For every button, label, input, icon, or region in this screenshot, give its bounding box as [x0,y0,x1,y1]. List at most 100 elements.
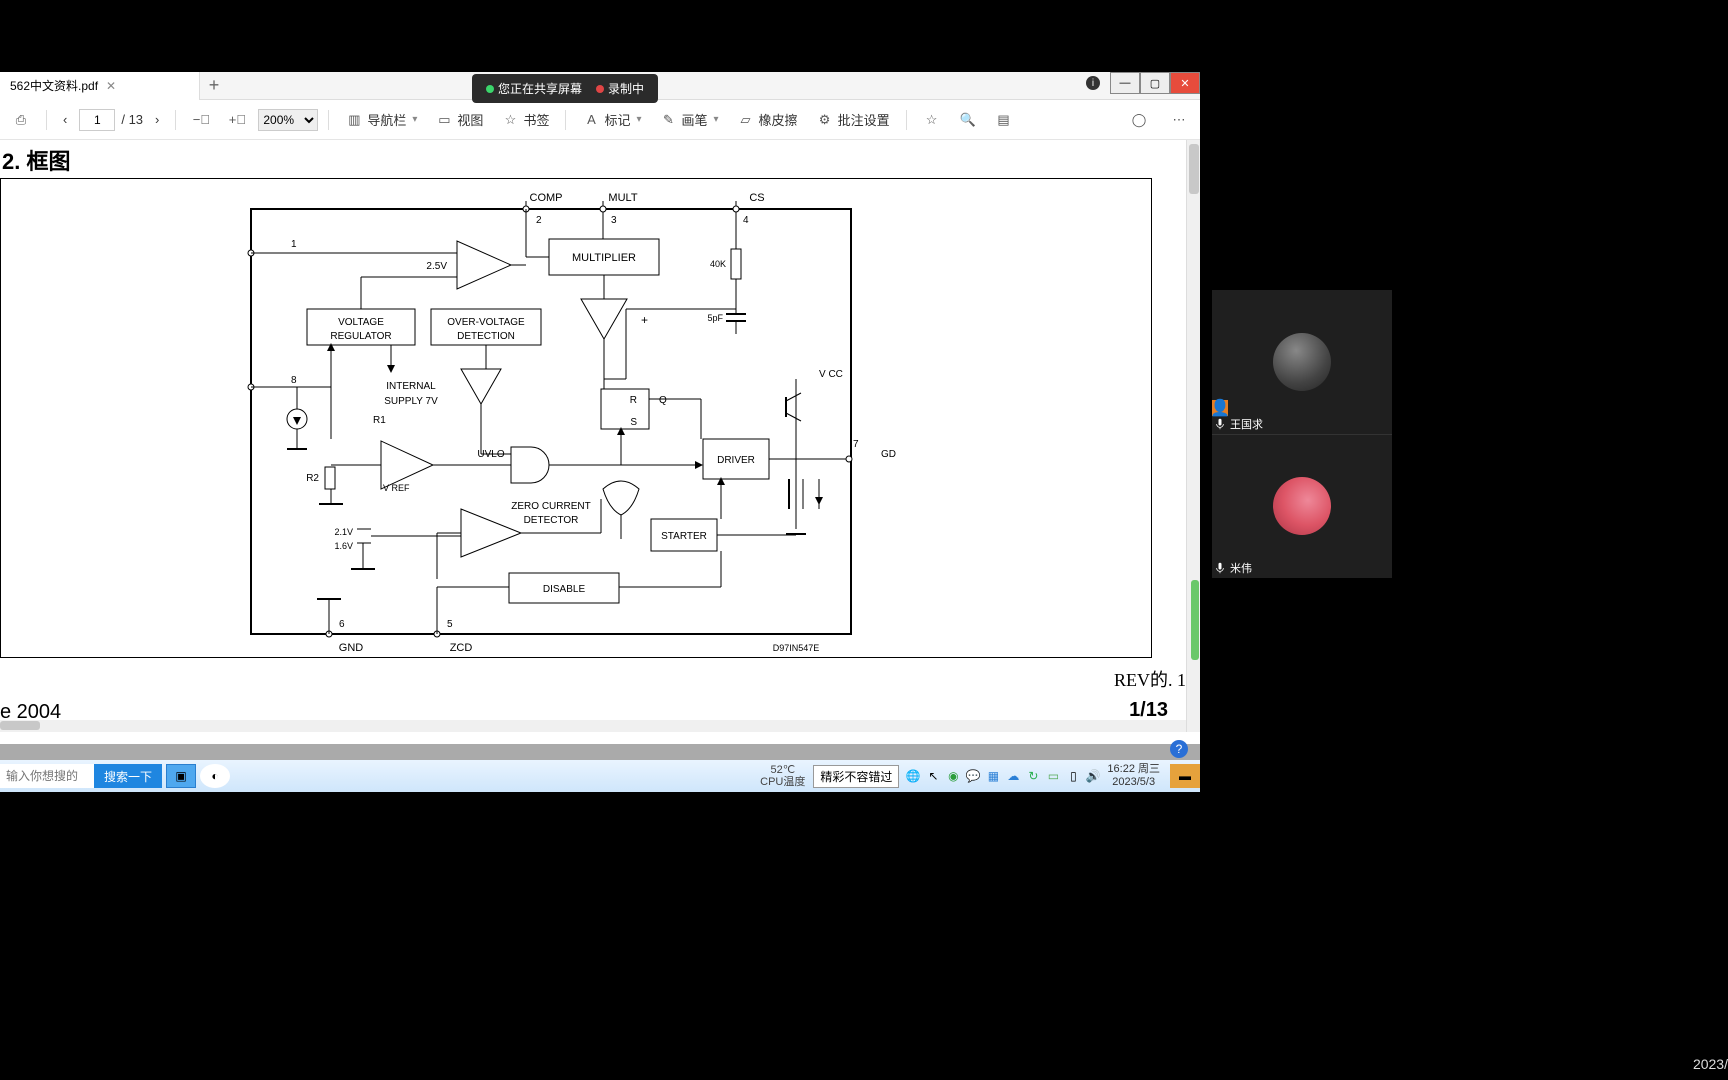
tray-cursor-icon[interactable]: ↖ [925,768,941,784]
mic-icon [1214,562,1226,574]
zoom-select[interactable]: 200% [258,109,318,131]
scroll-indicator[interactable] [1191,580,1199,660]
pen-icon: ✎ [660,111,678,129]
screen-share-banner: 您正在共享屏幕 录制中 [472,74,658,103]
minimize-button[interactable]: — [1110,72,1140,94]
block-diagram: COMP 2 MULT 3 CS 4 MULTIPLIER 1 [0,178,1152,658]
svg-text:DETECTION: DETECTION [457,331,515,342]
tray-cloud-icon[interactable]: ☁ [1005,768,1021,784]
host-badge-icon: 👤 [1212,400,1228,416]
tray-chat-icon[interactable]: 💬 [965,768,981,784]
zoom-out-icon: −⃝ [192,111,210,129]
eraser-button[interactable]: ▱橡皮擦 [731,106,804,133]
scroll-thumb[interactable] [0,721,40,730]
info-icon[interactable]: i [1086,76,1100,90]
close-window-button[interactable]: ✕ [1170,72,1200,94]
svg-text:COMP: COMP [530,192,563,204]
svg-text:40K: 40K [710,259,726,269]
scroll-thumb[interactable] [1189,144,1199,194]
svg-text:8: 8 [291,375,297,386]
zoom-in-icon: +⃝ [228,111,246,129]
participant-name-tag: 王国求 [1214,416,1263,432]
taskbar-datetime[interactable]: 16:22 周三 2023/5/3 [1107,763,1160,789]
participant-tile[interactable]: 米伟 [1212,434,1392,579]
account-button[interactable]: ◯ [1124,107,1154,133]
search-button[interactable]: 🔍 [953,107,983,133]
page-number-input[interactable] [79,109,115,131]
taskbar-app-browser[interactable]: ◐ [200,764,230,788]
system-tray: 🌐 ↖ ◉ 💬 ▦ ☁ ↻ ▭ ▯ 🔊 [905,768,1101,784]
separator [906,110,907,130]
zoom-out-button[interactable]: −⃝ [186,107,216,133]
document-viewport[interactable]: 2. 框图 COMP 2 MULT 3 CS 4 MULT [0,140,1200,732]
svg-text:2: 2 [536,215,542,226]
tray-volume-icon[interactable]: 🔊 [1085,768,1101,784]
tray-sync-icon[interactable]: ↻ [1025,768,1041,784]
svg-text:OVER-VOLTAGE: OVER-VOLTAGE [447,317,525,328]
annotate-button[interactable]: ⚙批注设置 [810,106,896,133]
user-icon: ◯ [1130,111,1148,129]
star-button[interactable]: ☆ [917,107,947,133]
more-button[interactable]: ⋯ [1164,107,1194,133]
signal-icon [486,85,494,93]
taskbar-search-input[interactable] [0,764,94,788]
tray-expand-icon[interactable]: ▯ [1065,768,1081,784]
taskbar-search-button[interactable]: 搜索一下 [94,764,162,788]
taskbar-app-terminal[interactable]: ▣ [166,764,196,788]
participant-tile[interactable]: 👤 王国求 [1212,290,1392,434]
tray-gpu-icon[interactable]: ▭ [1045,768,1061,784]
page-total-label: / 13 [121,112,143,127]
bookmark-icon: ☆ [501,111,519,129]
svg-text:V CC: V CC [819,369,843,380]
recording-status: 录制中 [596,80,644,97]
mark-button[interactable]: A标记▾ [576,106,647,133]
view-button[interactable]: ▭视图 [429,106,489,133]
svg-text:DRIVER: DRIVER [717,455,755,466]
cpu-temp-widget[interactable]: 52℃ CPU温度 [760,764,805,788]
save-button[interactable]: ▤ [989,107,1019,133]
svg-text:3: 3 [611,215,617,226]
maximize-button[interactable]: ▢ [1140,72,1170,94]
horizontal-scrollbar[interactable] [0,720,1186,732]
bookmark-button[interactable]: ☆书签 [495,106,555,133]
svg-text:R1: R1 [373,415,386,426]
svg-text:INTERNAL: INTERNAL [386,381,436,392]
separator [46,110,47,130]
svg-text:2.1V: 2.1V [334,527,353,537]
svg-text:V REF: V REF [383,483,410,493]
windows-taskbar: 搜索一下 ▣ ◐ 52℃ CPU温度 精彩不容错过 🌐 ↖ ◉ 💬 ▦ ☁ ↻ … [0,760,1200,792]
svg-text:4: 4 [743,215,749,226]
tray-network-icon[interactable]: 🌐 [905,768,921,784]
avatar [1273,333,1331,391]
mic-icon [1214,418,1226,430]
help-icon[interactable]: ? [1170,740,1188,758]
svg-text:+: + [641,313,648,327]
nav-pane-button[interactable]: ▥导航栏▾ [339,106,423,133]
tray-browser-icon[interactable]: ◉ [945,768,961,784]
pen-button[interactable]: ✎画笔▾ [654,106,725,133]
print-button[interactable]: ⎙ [6,107,36,133]
prev-page-button[interactable]: ‹ [57,108,73,131]
circuit-diagram-svg: COMP 2 MULT 3 CS 4 MULTIPLIER 1 [1,179,1153,659]
record-icon [596,85,604,93]
taskbar-action-center[interactable]: ▬ [1170,764,1200,788]
svg-text:S: S [630,417,637,428]
sharing-status: 您正在共享屏幕 [486,80,582,97]
document-tab[interactable]: 562中文资料.pdf ✕ [0,72,200,100]
tab-bar: 562中文资料.pdf ✕ + 您正在共享屏幕 录制中 i — ▢ ✕ [0,72,1200,100]
svg-text:DISABLE: DISABLE [543,584,586,595]
svg-text:R: R [630,395,637,406]
tray-app-icon[interactable]: ▦ [985,768,1001,784]
view-icon: ▭ [435,111,453,129]
close-tab-icon[interactable]: ✕ [106,79,116,93]
promo-banner[interactable]: 精彩不容错过 [813,765,899,788]
svg-text:5: 5 [447,619,453,630]
mark-icon: A [582,111,600,129]
vertical-scrollbar[interactable] [1186,140,1200,732]
next-page-button[interactable]: › [149,108,165,131]
new-tab-button[interactable]: + [200,72,228,100]
separator [328,110,329,130]
avatar [1273,477,1331,535]
zoom-in-button[interactable]: +⃝ [222,107,252,133]
svg-text:GD: GD [881,449,896,460]
